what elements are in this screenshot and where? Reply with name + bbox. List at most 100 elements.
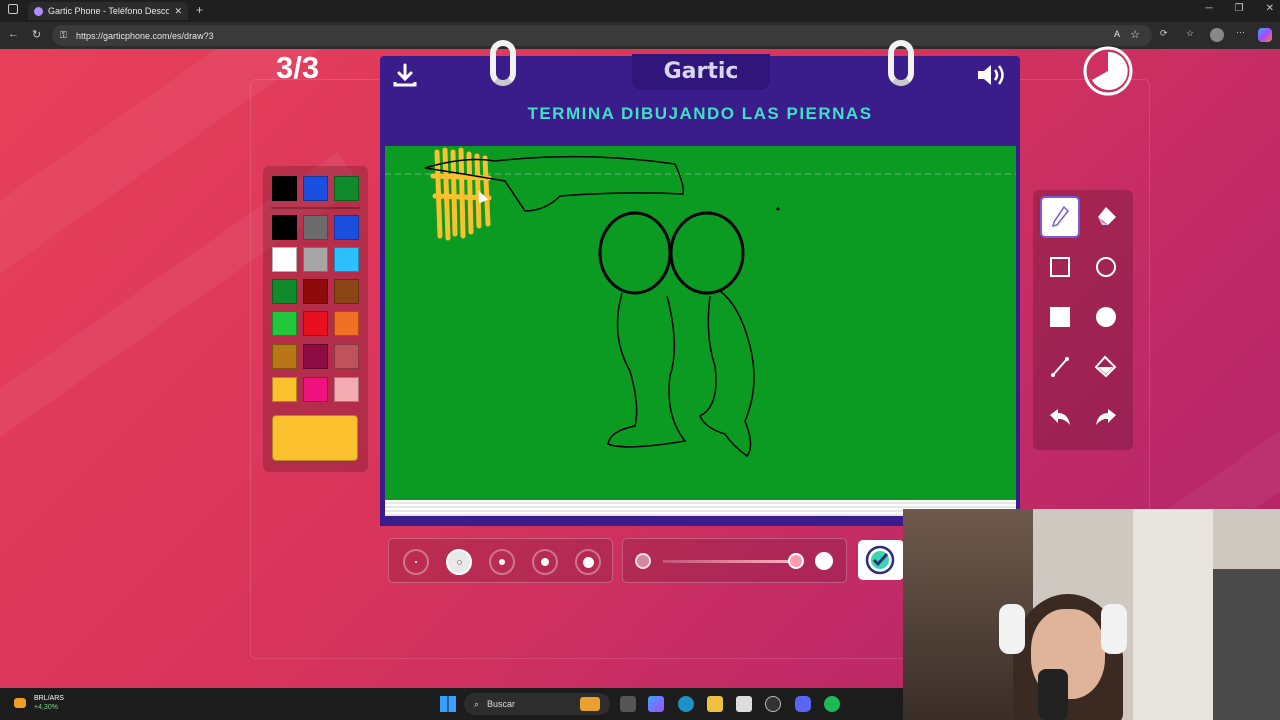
brush-size-2[interactable]	[446, 549, 472, 575]
favorites-icon[interactable]: ☆	[1186, 28, 1194, 39]
color-swatch[interactable]	[272, 344, 297, 369]
color-swatch[interactable]	[334, 279, 359, 304]
search-placeholder: Buscar	[487, 699, 516, 709]
color-swatch[interactable]	[272, 311, 297, 336]
copilot-app-icon[interactable]	[648, 696, 664, 712]
fill-bucket-icon	[1094, 355, 1117, 378]
ticker-change: +4,30%	[34, 704, 58, 711]
circle-fill-tool-button[interactable]	[1086, 296, 1126, 338]
palette-divider	[271, 207, 360, 209]
color-swatch[interactable]	[334, 377, 359, 402]
color-palette	[263, 166, 368, 472]
rectangle-fill-tool-button[interactable]	[1040, 296, 1080, 338]
window-icon[interactable]	[8, 4, 18, 14]
color-swatch[interactable]	[303, 215, 328, 240]
weather-icon	[14, 698, 26, 708]
slider-track	[663, 560, 793, 563]
back-icon[interactable]: ←	[8, 28, 19, 40]
color-swatch[interactable]	[272, 247, 297, 272]
check-icon	[865, 545, 895, 575]
stock-ticker[interactable]: BRL/ARS +4,30%	[34, 694, 64, 712]
pen-icon	[1051, 205, 1070, 228]
browser-tabbar: Gartic Phone - Teléfono Descomp ✕ + ─ ❐ …	[0, 0, 1280, 22]
favorite-star-icon[interactable]: ☆	[1130, 28, 1140, 41]
round-counter: 3/3	[276, 50, 320, 85]
color-swatch[interactable]	[303, 344, 328, 369]
address-bar[interactable]: ⚿ https://garticphone.com/es/draw?3 A ☆	[52, 25, 1152, 46]
address-bar-row: ← ↻ ⚿ https://garticphone.com/es/draw?3 …	[0, 22, 1280, 49]
opacity-slider[interactable]	[622, 538, 847, 583]
color-swatch[interactable]	[334, 311, 359, 336]
search-icon: ⌕	[474, 698, 480, 709]
close-window-icon[interactable]: ✕	[1266, 3, 1274, 14]
tool-panel	[1033, 190, 1133, 450]
color-swatch[interactable]	[303, 311, 328, 336]
brush-size-4[interactable]	[532, 549, 558, 575]
file-explorer-icon[interactable]	[707, 696, 723, 712]
store-icon[interactable]	[736, 696, 752, 712]
copilot-icon[interactable]	[1258, 28, 1272, 42]
opacity-high-icon	[815, 552, 833, 570]
binder-ring-left	[490, 40, 516, 86]
sound-icon[interactable]	[976, 62, 1008, 88]
color-swatch[interactable]	[272, 215, 297, 240]
profile-avatar[interactable]	[1210, 28, 1224, 42]
discord-icon[interactable]	[795, 696, 811, 712]
color-swatch[interactable]	[303, 279, 328, 304]
line-tool-button[interactable]	[1040, 346, 1080, 388]
eraser-icon	[1098, 207, 1116, 225]
color-swatch[interactable]	[334, 176, 359, 201]
done-button[interactable]	[858, 540, 904, 580]
color-swatch[interactable]	[334, 247, 359, 272]
color-swatch[interactable]	[303, 247, 328, 272]
windows-start-icon[interactable]	[440, 696, 456, 712]
extensions-icon[interactable]: ⟳	[1160, 28, 1168, 39]
brush-size-1[interactable]	[403, 549, 429, 575]
new-tab-icon[interactable]: +	[196, 3, 203, 17]
ticker-symbol: BRL/ARS	[34, 695, 64, 702]
restore-icon[interactable]: ❐	[1235, 3, 1244, 14]
color-swatch[interactable]	[334, 344, 359, 369]
current-color-preview	[272, 415, 358, 461]
color-swatch[interactable]	[303, 176, 328, 201]
rectangle-fill-icon	[1050, 307, 1070, 327]
color-swatch[interactable]	[272, 176, 297, 201]
color-swatch[interactable]	[303, 377, 328, 402]
url-text: https://garticphone.com/es/draw?3	[76, 30, 214, 41]
download-icon[interactable]	[392, 62, 418, 88]
browser-tab[interactable]: Gartic Phone - Teléfono Descomp ✕	[28, 2, 188, 20]
slider-handle[interactable]	[788, 553, 804, 569]
binder-ring-right	[888, 40, 914, 86]
circle-outline-icon	[1096, 257, 1116, 277]
rectangle-outline-tool-button[interactable]	[1040, 246, 1080, 288]
edge-icon[interactable]	[678, 696, 694, 712]
brush-size-5[interactable]	[575, 549, 601, 575]
undo-tool-button[interactable]	[1040, 396, 1080, 438]
timer-icon	[1083, 46, 1133, 96]
fill-tool-button[interactable]	[1086, 346, 1126, 388]
taskbar-search[interactable]: ⌕ Buscar	[464, 693, 610, 715]
site-info-icon[interactable]: ⚿	[60, 30, 67, 41]
read-aloud-icon[interactable]: A	[1114, 29, 1120, 39]
reload-icon[interactable]: ↻	[32, 28, 41, 41]
windows-taskbar: BRL/ARS +4,30% ⌕ Buscar	[0, 688, 903, 720]
menu-icon[interactable]: ⋯	[1236, 27, 1245, 38]
tab-title: Gartic Phone - Teléfono Descomp	[48, 6, 170, 16]
eraser-tool-button[interactable]	[1086, 196, 1126, 238]
chatgpt-icon[interactable]	[765, 696, 781, 712]
circle-outline-tool-button[interactable]	[1086, 246, 1126, 288]
spotify-icon[interactable]	[824, 696, 840, 712]
redo-tool-button[interactable]	[1086, 396, 1126, 438]
close-tab-icon[interactable]: ✕	[174, 6, 182, 17]
circle-fill-icon	[1096, 307, 1116, 327]
task-view-icon[interactable]	[620, 696, 636, 712]
minimize-icon[interactable]: ─	[1206, 3, 1213, 14]
color-swatch[interactable]	[272, 377, 297, 402]
pen-tool-button[interactable]	[1040, 196, 1080, 238]
webcam-overlay	[903, 509, 1280, 720]
gartic-logo: Gartic	[632, 54, 770, 90]
gartic-favicon-icon	[34, 6, 43, 16]
color-swatch[interactable]	[334, 215, 359, 240]
color-swatch[interactable]	[272, 279, 297, 304]
brush-size-3[interactable]	[489, 549, 515, 575]
